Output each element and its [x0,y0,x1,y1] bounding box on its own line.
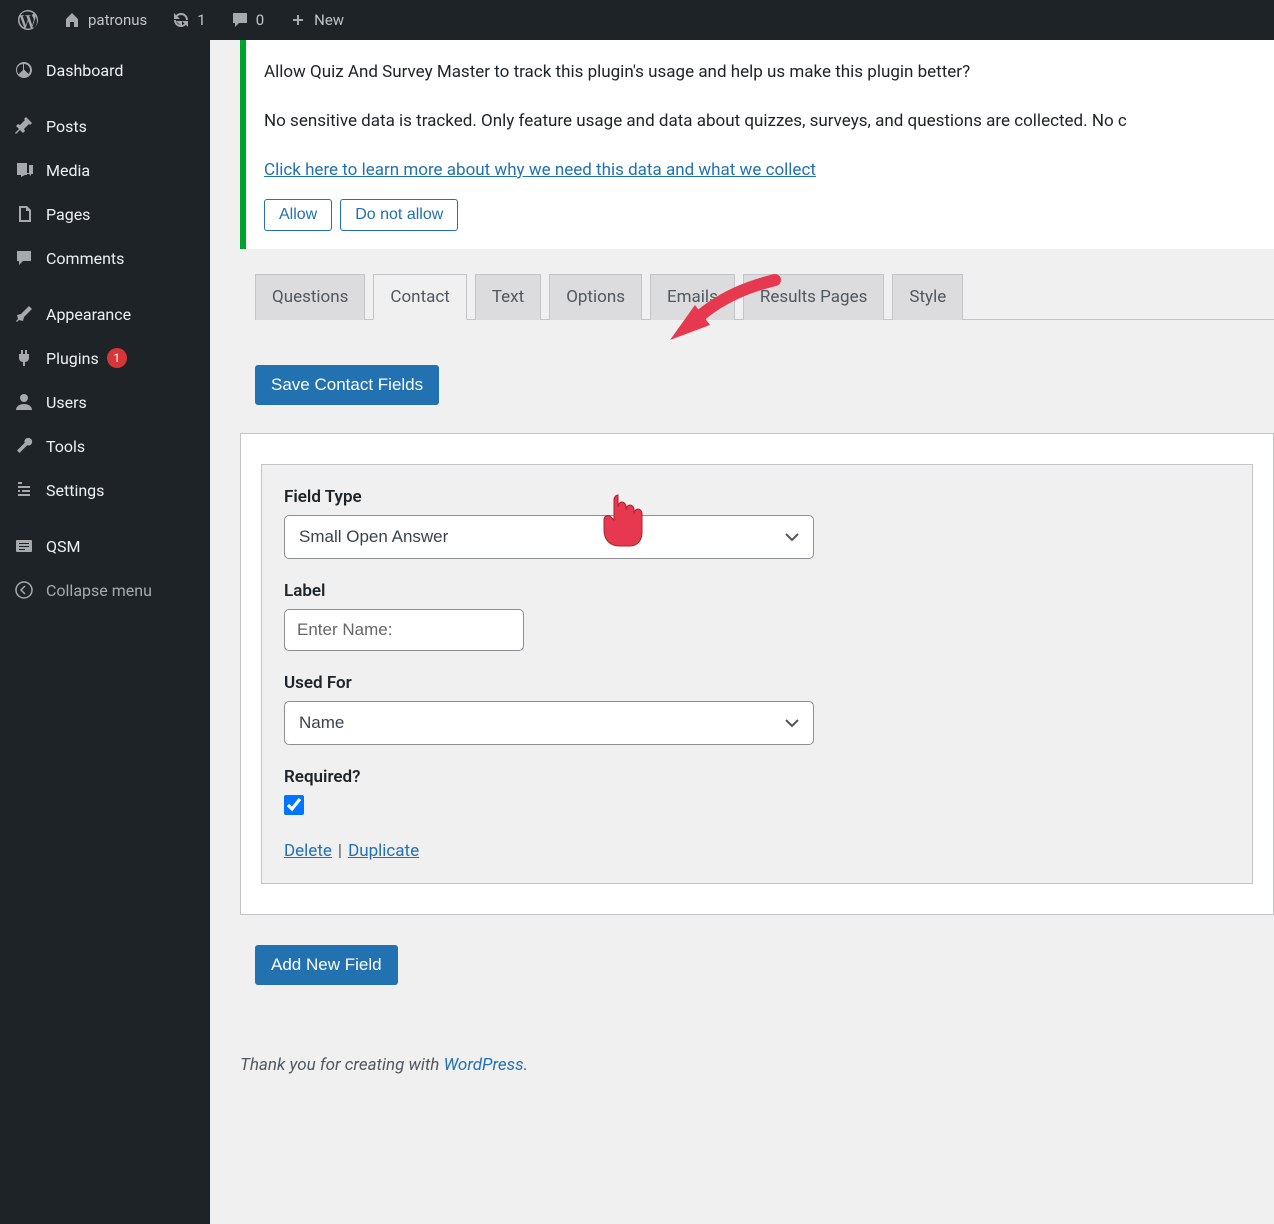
sidebar-label: Comments [46,249,124,268]
tab-results-pages[interactable]: Results Pages [743,274,885,320]
refresh-icon [171,10,191,30]
do-not-allow-button[interactable]: Do not allow [340,199,458,231]
delete-link[interactable]: Delete [284,841,332,861]
home-icon [62,10,82,30]
media-icon [12,158,36,182]
sidebar-label: Media [46,161,90,180]
wordpress-icon [18,10,38,30]
comment-icon [230,10,250,30]
tab-emails[interactable]: Emails [650,274,735,320]
plugin-badge: 1 [107,348,127,368]
sidebar-item-tools[interactable]: Tools [0,424,210,468]
sidebar-item-appearance[interactable]: Appearance [0,292,210,336]
plus-icon [288,10,308,30]
dashboard-icon [12,58,36,82]
tab-options[interactable]: Options [549,274,642,320]
sidebar-label: Appearance [46,305,131,324]
notice-learn-more-link[interactable]: Click here to learn more about why we ne… [264,160,816,180]
sidebar-label: QSM [46,537,80,556]
field-type-select[interactable]: Small Open Answer [284,515,814,559]
required-label: Required? [284,767,1230,787]
tabs: Questions Contact Text Options Emails Re… [255,274,1274,320]
sidebar-collapse[interactable]: Collapse menu [0,568,210,612]
sidebar-item-settings[interactable]: Settings [0,468,210,512]
user-icon [12,390,36,414]
used-for-label: Used For [284,673,1230,693]
sidebar-item-qsm[interactable]: QSM [0,524,210,568]
notice-line1: Allow Quiz And Survey Master to track th… [264,58,1274,87]
sidebar: Dashboard Posts Media Pages Comments App… [0,40,210,1224]
comments-count: 0 [256,11,264,29]
site-link[interactable]: patronus [52,0,157,40]
field-actions: Delete | Duplicate [284,841,1230,861]
tab-contact[interactable]: Contact [373,274,466,320]
plug-icon [12,346,36,370]
sidebar-item-users[interactable]: Users [0,380,210,424]
pages-icon [12,202,36,226]
sidebar-label: Users [46,393,87,412]
updates-link[interactable]: 1 [161,0,215,40]
sidebar-label: Dashboard [46,61,123,80]
wrench-icon [12,434,36,458]
sidebar-label: Collapse menu [46,581,152,600]
admin-top-bar: patronus 1 0 New [0,0,1274,40]
sidebar-label: Plugins [46,349,99,368]
sidebar-label: Tools [46,437,85,456]
site-name: patronus [88,11,147,29]
sidebar-item-dashboard[interactable]: Dashboard [0,48,210,92]
sidebar-item-comments[interactable]: Comments [0,236,210,280]
tab-text[interactable]: Text [475,274,541,320]
notice-line2: No sensitive data is tracked. Only featu… [264,107,1274,136]
add-new-field-button[interactable]: Add New Field [255,945,398,985]
sidebar-item-media[interactable]: Media [0,148,210,192]
allow-button[interactable]: Allow [264,199,332,231]
new-link[interactable]: New [278,0,354,40]
comments-link[interactable]: 0 [220,0,274,40]
content-box: Field Type Small Open Answer Label Used … [240,433,1274,915]
required-checkbox[interactable] [284,795,304,815]
sidebar-label: Pages [46,205,90,224]
sidebar-label: Settings [46,481,104,500]
sidebar-label: Posts [46,117,87,136]
tab-style[interactable]: Style [892,274,963,320]
sidebar-item-pages[interactable]: Pages [0,192,210,236]
used-for-select[interactable]: Name [284,701,814,745]
sidebar-item-posts[interactable]: Posts [0,104,210,148]
main-content: Allow Quiz And Survey Master to track th… [210,40,1274,1224]
field-editor: Field Type Small Open Answer Label Used … [261,464,1253,884]
new-label: New [314,11,344,29]
label-label: Label [284,581,1230,601]
save-contact-fields-button[interactable]: Save Contact Fields [255,365,439,405]
qsm-icon [12,534,36,558]
updates-count: 1 [197,11,205,29]
pin-icon [12,114,36,138]
settings-icon [12,478,36,502]
footer-text: Thank you for creating with [240,1055,444,1075]
footer-wordpress-link[interactable]: WordPress [444,1055,524,1075]
label-input[interactable] [284,609,524,651]
footer: Thank you for creating with WordPress. [240,1055,1274,1075]
tab-questions[interactable]: Questions [255,274,365,320]
comment-icon [12,246,36,270]
wordpress-logo[interactable] [8,0,48,40]
action-separator: | [338,841,342,861]
sidebar-item-plugins[interactable]: Plugins 1 [0,336,210,380]
duplicate-link[interactable]: Duplicate [348,841,419,861]
field-type-label: Field Type [284,487,1230,507]
collapse-icon [12,578,36,602]
tracking-notice: Allow Quiz And Survey Master to track th… [240,40,1274,249]
brush-icon [12,302,36,326]
